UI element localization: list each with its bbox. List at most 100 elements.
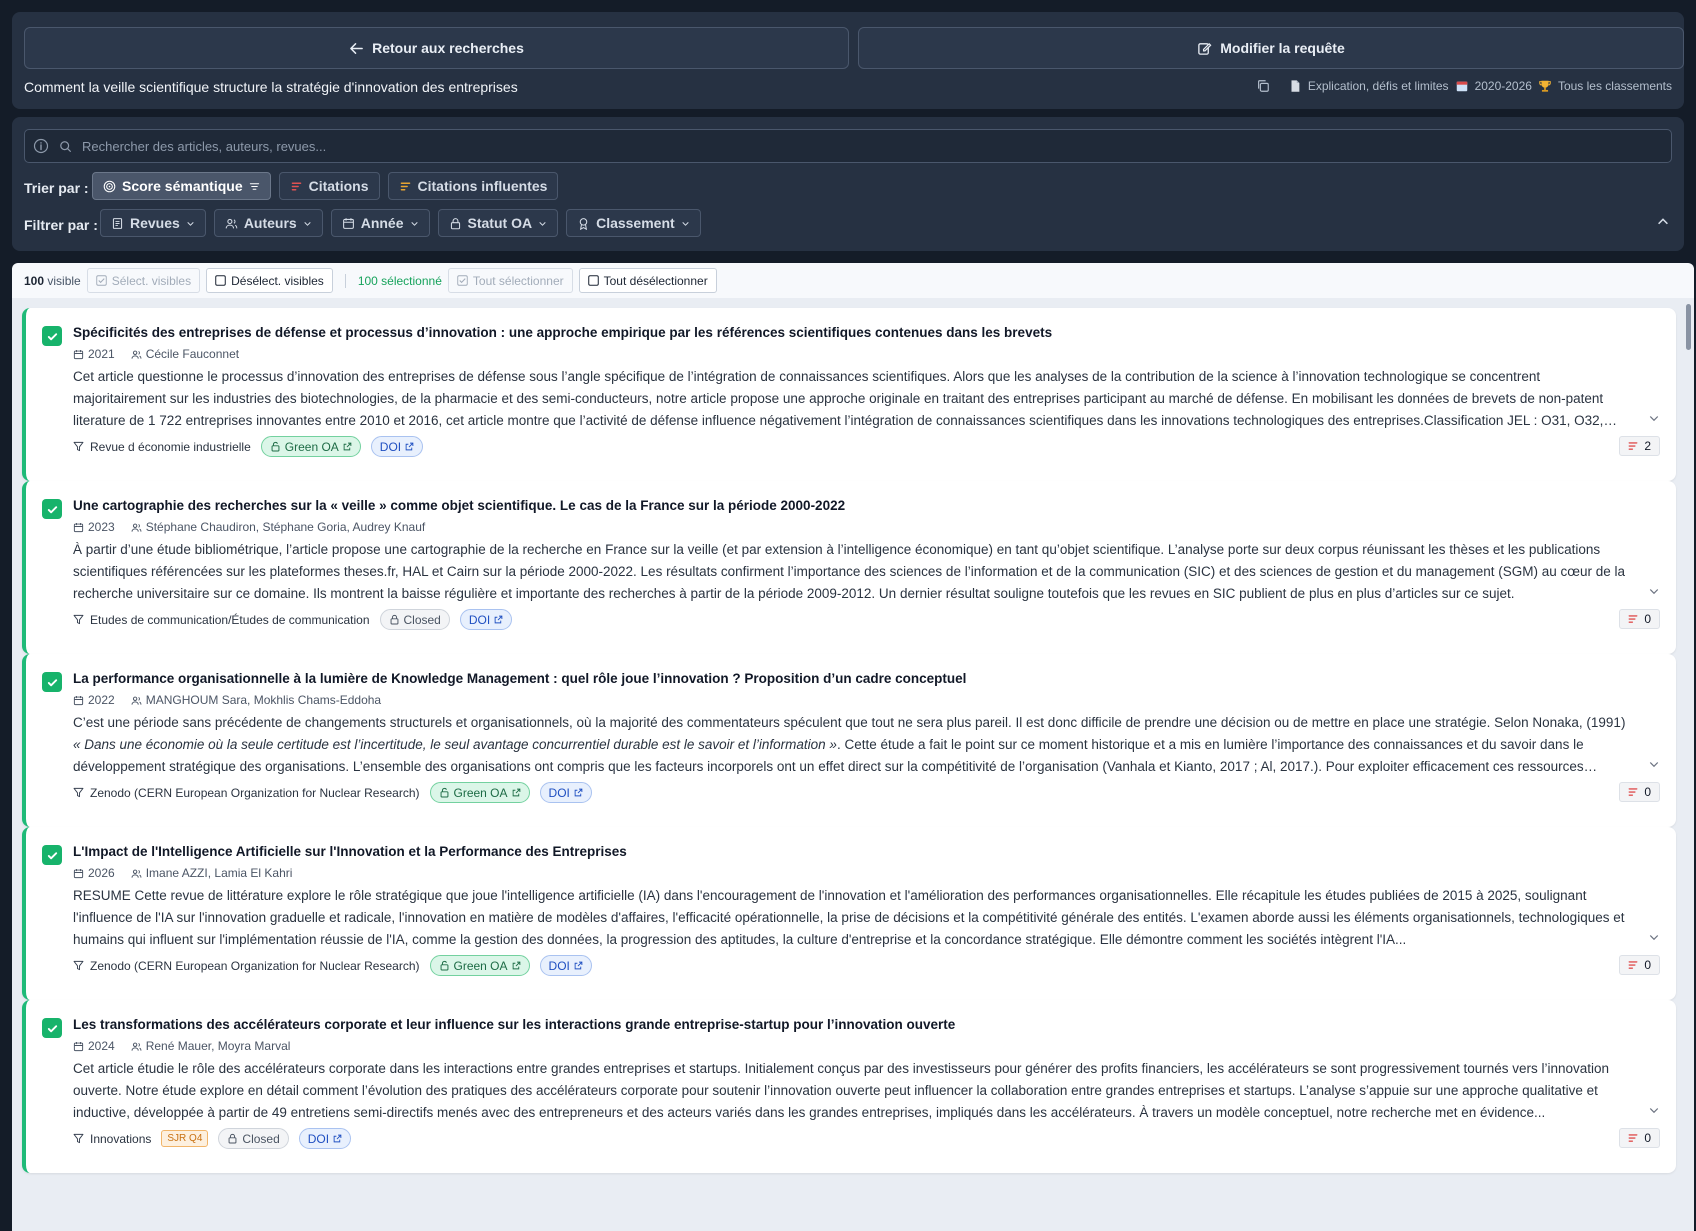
- oa-status-badge[interactable]: Green OA: [429, 782, 530, 803]
- article-search-input[interactable]: [82, 138, 1582, 154]
- expand-abstract-icon[interactable]: [1648, 585, 1660, 597]
- article-checkbox[interactable]: [42, 845, 62, 865]
- article-title[interactable]: L'Impact de l'Intelligence Artificielle …: [73, 844, 627, 859]
- article-title[interactable]: La performance organisationnelle à la lu…: [73, 671, 966, 686]
- doi-link[interactable]: DOI: [459, 609, 513, 630]
- filter-oa-status-dropdown[interactable]: Statut OA: [437, 209, 559, 237]
- article-venue[interactable]: Innovations: [73, 1132, 151, 1146]
- sort-influential-citations-label: Citations influentes: [417, 178, 548, 194]
- oa-status-label: Closed: [242, 1131, 280, 1146]
- article-search-box[interactable]: [24, 129, 1672, 163]
- filter-authors-dropdown[interactable]: Auteurs: [213, 209, 323, 237]
- doi-label: DOI: [307, 1131, 330, 1146]
- citation-count: 0: [1644, 958, 1651, 972]
- bars-icon: [291, 182, 301, 190]
- oa-status-badge[interactable]: Green OA: [429, 955, 530, 976]
- doi-link[interactable]: DOI: [539, 955, 592, 976]
- filter-icon: [73, 614, 84, 625]
- sort-desc-icon: [249, 182, 259, 190]
- deselect-visible-button[interactable]: Désélect. visibles: [206, 268, 333, 293]
- sort-citations-button[interactable]: Citations: [278, 172, 380, 200]
- citation-count-badge: 0: [1619, 1128, 1660, 1148]
- filter-year-label: Année: [360, 215, 404, 231]
- calendar-icon: [1455, 79, 1469, 93]
- article-abstract: Cet article questionne le processus d’in…: [73, 369, 1604, 428]
- check-icon: [47, 851, 57, 859]
- results-list[interactable]: Spécificités des entreprises de défense …: [12, 298, 1694, 1231]
- filter-options: Revues Auteurs Année Statut OA Classemen…: [100, 209, 701, 237]
- article-venue-name: Etudes de communication/Études de commun…: [90, 612, 370, 627]
- collapse-filters-icon[interactable]: [1656, 215, 1670, 229]
- article-venue[interactable]: Revue d économie industrielle: [73, 440, 251, 454]
- select-visible-button[interactable]: Sélect. visibles: [86, 268, 201, 293]
- deselect-all-button[interactable]: Tout désélectionner: [578, 268, 717, 293]
- modify-query-button[interactable]: Modifier la requête: [858, 27, 1684, 69]
- article-card[interactable]: Spécificités des entreprises de défense …: [22, 308, 1676, 481]
- citation-count-badge: 0: [1619, 955, 1660, 975]
- oa-status-label: Green OA: [453, 785, 508, 800]
- article-venue-name: Zenodo (CERN European Organization for N…: [90, 785, 420, 800]
- expand-abstract-icon[interactable]: [1648, 412, 1660, 424]
- doi-link[interactable]: DOI: [370, 436, 424, 457]
- edit-icon: [1198, 42, 1212, 55]
- filter-journals-dropdown[interactable]: Revues: [100, 209, 206, 237]
- checkbox-checked-icon: [96, 275, 107, 286]
- article-year: 2023: [88, 520, 115, 534]
- article-card[interactable]: Une cartographie des recherches sur la «…: [22, 481, 1676, 654]
- calendar-icon: [342, 217, 354, 229]
- filter-ranking-dropdown[interactable]: Classement: [566, 209, 701, 237]
- article-card[interactable]: La performance organisationnelle à la lu…: [22, 654, 1676, 827]
- article-year: 2022: [88, 693, 115, 707]
- checkbox-checked-icon: [457, 275, 468, 286]
- filter-label: Filtrer par :: [24, 217, 98, 233]
- article-checkbox[interactable]: [42, 1018, 62, 1038]
- article-card[interactable]: Les transformations des accélérateurs co…: [22, 1000, 1676, 1173]
- scrollbar-thumb[interactable]: [1686, 304, 1691, 350]
- sort-citations-label: Citations: [308, 178, 369, 194]
- doi-label: DOI: [379, 439, 402, 454]
- select-all-label: Tout sélectionner: [472, 273, 564, 288]
- users-icon: [225, 218, 238, 228]
- users-icon: [131, 696, 142, 705]
- oa-status-badge[interactable]: Green OA: [260, 436, 361, 457]
- deselect-visible-label: Désélect. visibles: [231, 273, 324, 288]
- filter-ranking-label: Classement: [596, 215, 675, 231]
- sort-influential-citations-button[interactable]: Citations influentes: [387, 172, 559, 200]
- check-icon: [47, 332, 57, 340]
- article-venue[interactable]: Zenodo (CERN European Organization for N…: [73, 959, 420, 973]
- article-title[interactable]: Spécificités des entreprises de défense …: [73, 325, 1052, 340]
- info-icon[interactable]: [33, 138, 49, 154]
- filter-year-dropdown[interactable]: Année: [330, 209, 430, 237]
- article-title[interactable]: Une cartographie des recherches sur la «…: [73, 498, 845, 513]
- visible-count: 100 visible: [24, 273, 81, 288]
- doi-label: DOI: [548, 785, 570, 800]
- expand-abstract-icon[interactable]: [1648, 931, 1660, 943]
- lock-icon: [228, 1133, 237, 1144]
- doi-link[interactable]: DOI: [539, 782, 592, 803]
- article-venue-name: Zenodo (CERN European Organization for N…: [90, 958, 420, 973]
- select-all-button[interactable]: Tout sélectionner: [447, 268, 573, 293]
- article-card[interactable]: L'Impact de l'Intelligence Artificielle …: [22, 827, 1676, 1000]
- users-icon: [131, 350, 142, 359]
- expand-abstract-icon[interactable]: [1648, 1104, 1660, 1116]
- divider: [344, 273, 346, 288]
- doi-link[interactable]: DOI: [298, 1128, 352, 1149]
- article-abstract: Cet article étudie le rôle des accélérat…: [73, 1061, 1610, 1120]
- article-year: 2021: [88, 347, 115, 361]
- article-checkbox[interactable]: [42, 499, 62, 519]
- copy-icon[interactable]: [1256, 79, 1270, 93]
- external-link-icon: [333, 1134, 342, 1143]
- back-to-searches-button[interactable]: Retour aux recherches: [24, 27, 849, 69]
- article-checkbox[interactable]: [42, 326, 62, 346]
- calendar-icon: [73, 1041, 84, 1051]
- expand-abstract-icon[interactable]: [1648, 758, 1660, 770]
- article-venue[interactable]: Etudes de communication/Études de commun…: [73, 613, 370, 627]
- article-title[interactable]: Les transformations des accélérateurs co…: [73, 1017, 955, 1032]
- article-meta: 2026 Imane AZZI, Lamia El Kahri: [73, 866, 292, 880]
- article-meta: 2024 René Mauer, Moyra Marval: [73, 1039, 290, 1053]
- sort-semantic-score-button[interactable]: Score sémantique: [92, 172, 271, 200]
- users-icon: [131, 523, 142, 532]
- article-venue[interactable]: Zenodo (CERN European Organization for N…: [73, 786, 420, 800]
- query-mode: Explication, défis et limites: [1307, 79, 1449, 93]
- article-checkbox[interactable]: [42, 672, 62, 692]
